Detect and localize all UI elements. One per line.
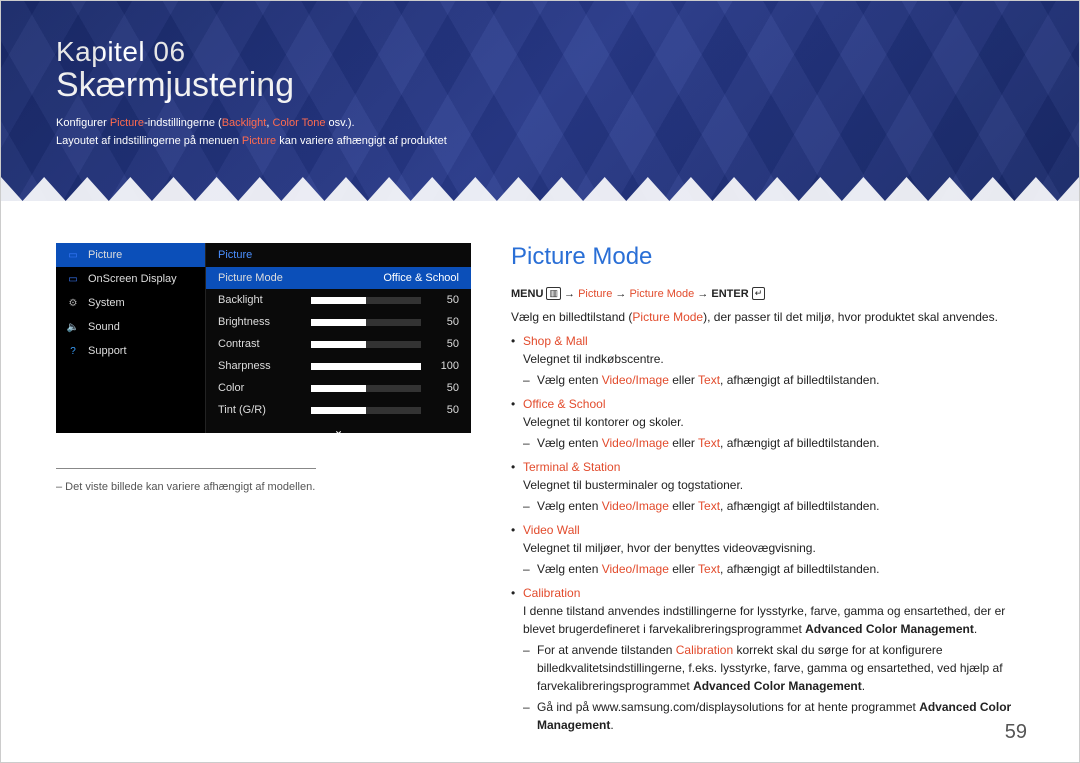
mode-description: Velegnet til busterminaler og togstation… bbox=[523, 476, 1024, 494]
slider-fill bbox=[311, 341, 366, 348]
osd-setting-row[interactable]: Backlight 50 bbox=[206, 289, 471, 311]
section-heading: Picture Mode bbox=[511, 243, 1024, 271]
osd-nav: ▭ Picture ▭ OnScreen Display ⚙ System 🔈 Sound? S… bbox=[56, 243, 206, 433]
nav-icon: ⚙ bbox=[66, 297, 80, 309]
setting-value: 50 bbox=[429, 338, 459, 350]
slider-track[interactable] bbox=[311, 407, 421, 414]
osd-panel-header: Picture bbox=[206, 243, 471, 267]
nav-label: Picture bbox=[88, 249, 122, 261]
slider-track[interactable] bbox=[311, 341, 421, 348]
mode-sublist: Vælg enten Video/Image eller Text, afhæn… bbox=[523, 497, 1024, 515]
mode-sub-item: Vælg enten Video/Image eller Text, afhæn… bbox=[523, 560, 1024, 578]
slider-fill bbox=[311, 319, 366, 326]
model-note: – Det viste billede kan variere afhængig… bbox=[56, 481, 471, 493]
setting-value: Office & School bbox=[311, 272, 459, 284]
osd-screenshot: ▭ Picture ▭ OnScreen Display ⚙ System 🔈 Sound? S… bbox=[56, 243, 471, 433]
slider-track[interactable] bbox=[311, 385, 421, 392]
modes-list: Shop & Mall Velegnet til indkøbscentre. Væ… bbox=[511, 332, 1024, 734]
mode-name: Shop & Mall bbox=[523, 334, 588, 348]
osd-nav-item[interactable]: ⚙ System bbox=[56, 291, 205, 315]
mode-item: Shop & Mall Velegnet til indkøbscentre. Væ… bbox=[511, 332, 1024, 389]
divider bbox=[56, 468, 316, 469]
nav-icon: ▭ bbox=[66, 249, 80, 261]
setting-value: 50 bbox=[429, 316, 459, 328]
osd-nav-item[interactable]: ? Support bbox=[56, 339, 205, 363]
slider-fill bbox=[311, 407, 366, 414]
mode-item: Calibration I denne tilstand anvendes ind… bbox=[511, 584, 1024, 734]
page-number: 59 bbox=[1005, 721, 1027, 744]
slider-fill bbox=[311, 385, 366, 392]
osd-setting-row[interactable]: Sharpness 100 bbox=[206, 355, 471, 377]
slider-fill bbox=[311, 297, 366, 304]
slider-track[interactable] bbox=[311, 363, 421, 370]
mode-name: Calibration bbox=[523, 586, 580, 600]
osd-setting-row[interactable]: Color 50 bbox=[206, 377, 471, 399]
mode-sublist: Vælg enten Video/Image eller Text, afhæn… bbox=[523, 560, 1024, 578]
mode-sublist: Vælg enten Video/Image eller Text, afhæn… bbox=[523, 434, 1024, 452]
mode-description: I denne tilstand anvendes indstillingern… bbox=[523, 602, 1024, 638]
mode-description: Velegnet til kontorer og skoler. bbox=[523, 413, 1024, 431]
slider-track[interactable] bbox=[311, 297, 421, 304]
slider-track[interactable] bbox=[311, 319, 421, 326]
nav-label: Support bbox=[88, 345, 127, 357]
osd-more-indicator: ⌄ bbox=[206, 421, 471, 437]
mode-sublist: For at anvende tilstanden Calibration ko… bbox=[523, 641, 1024, 734]
setting-value: 100 bbox=[429, 360, 459, 372]
osd-nav-item[interactable]: 🔈 Sound bbox=[56, 315, 205, 339]
setting-name: Brightness bbox=[218, 316, 303, 328]
slider-fill bbox=[311, 363, 421, 370]
mode-name: Office & School bbox=[523, 397, 606, 411]
osd-nav-item[interactable]: ▭ Picture bbox=[56, 243, 205, 267]
setting-name: Color bbox=[218, 382, 303, 394]
osd-setting-row[interactable]: Brightness 50 bbox=[206, 311, 471, 333]
mode-sub-item: Vælg enten Video/Image eller Text, afhæn… bbox=[523, 434, 1024, 452]
banner-subtext: Konfigurer Picture-indstillingerne (Back… bbox=[56, 115, 1024, 150]
enter-icon: ↵ bbox=[752, 287, 766, 300]
mode-description: Velegnet til indkøbscentre. bbox=[523, 350, 1024, 368]
nav-icon: ▭ bbox=[66, 273, 80, 285]
setting-name: Backlight bbox=[218, 294, 303, 306]
setting-name: Tint (G/R) bbox=[218, 404, 303, 416]
osd-setting-row[interactable]: Tint (G/R) 50 bbox=[206, 399, 471, 421]
setting-value: 50 bbox=[429, 404, 459, 416]
menu-path: MENU ▥ → Picture → Picture Mode → ENTER … bbox=[511, 287, 1024, 300]
mode-sublist: Vælg enten Video/Image eller Text, afhæn… bbox=[523, 371, 1024, 389]
setting-value: 50 bbox=[429, 382, 459, 394]
osd-nav-item[interactable]: ▭ OnScreen Display bbox=[56, 267, 205, 291]
nav-icon: 🔈 bbox=[66, 321, 80, 333]
setting-name: Sharpness bbox=[218, 360, 303, 372]
mode-sub-item: Gå ind på www.samsung.com/displaysolutio… bbox=[523, 698, 1024, 734]
mode-item: Office & School Velegnet til kontorer og … bbox=[511, 395, 1024, 452]
nav-label: OnScreen Display bbox=[88, 273, 177, 285]
osd-setting-row[interactable]: Picture Mode Office & School bbox=[206, 267, 471, 289]
mode-item: Video Wall Velegnet til miljøer, hvor der… bbox=[511, 521, 1024, 578]
chapter-banner: Kapitel 06 Skærmjustering Konfigurer Pic… bbox=[1, 1, 1079, 201]
menu-icon: ▥ bbox=[546, 287, 561, 300]
chapter-label: Kapitel 06 bbox=[56, 36, 1024, 68]
mode-sub-item: For at anvende tilstanden Calibration ko… bbox=[523, 641, 1024, 695]
setting-name: Picture Mode bbox=[218, 272, 303, 284]
mode-sub-item: Vælg enten Video/Image eller Text, afhæn… bbox=[523, 371, 1024, 389]
nav-label: Sound bbox=[88, 321, 120, 333]
mode-description: Velegnet til miljøer, hvor der benyttes … bbox=[523, 539, 1024, 557]
nav-icon: ? bbox=[66, 345, 80, 357]
mode-item: Terminal & Station Velegnet til bustermin… bbox=[511, 458, 1024, 515]
chapter-title: Skærmjustering bbox=[56, 66, 1024, 105]
mode-sub-item: Vælg enten Video/Image eller Text, afhæn… bbox=[523, 497, 1024, 515]
setting-value: 50 bbox=[429, 294, 459, 306]
nav-label: System bbox=[88, 297, 125, 309]
mode-name: Terminal & Station bbox=[523, 460, 620, 474]
mode-name: Video Wall bbox=[523, 523, 580, 537]
intro-text: Vælg en billedtilstand (Picture Mode), d… bbox=[511, 308, 1024, 326]
osd-setting-row[interactable]: Contrast 50 bbox=[206, 333, 471, 355]
setting-name: Contrast bbox=[218, 338, 303, 350]
